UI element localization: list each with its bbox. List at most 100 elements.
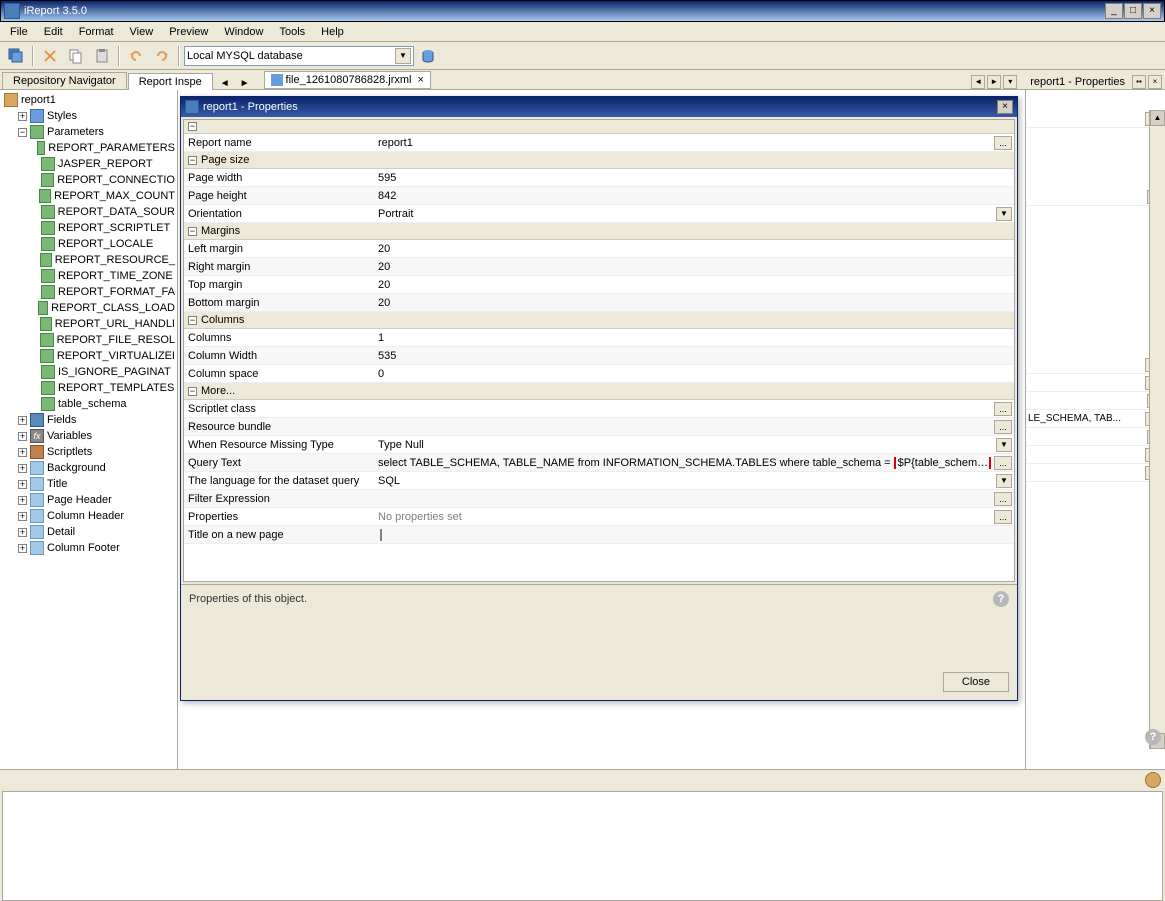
- tree-param-item[interactable]: REPORT_CLASS_LOAD: [32, 300, 175, 316]
- tree-param-item[interactable]: REPORT_FORMAT_FA: [32, 284, 175, 300]
- tree-param-item[interactable]: REPORT_FILE_RESOL: [32, 332, 175, 348]
- expand-icon[interactable]: +: [18, 480, 27, 489]
- tree-column-header[interactable]: +Column Header: [18, 508, 175, 524]
- tree-param-item[interactable]: REPORT_RESOURCE_: [32, 252, 175, 268]
- close-button[interactable]: Close: [943, 672, 1009, 692]
- tab-next-button[interactable]: ►: [236, 78, 254, 89]
- prop-page-height[interactable]: Page height842: [184, 187, 1014, 205]
- tab-report-inspector[interactable]: Report Inspe: [128, 73, 213, 90]
- ellipsis-button[interactable]: ...: [994, 456, 1012, 470]
- prop-language[interactable]: The language for the dataset querySQL▼: [184, 472, 1014, 490]
- tree-column-footer[interactable]: +Column Footer: [18, 540, 175, 556]
- collapse-icon[interactable]: −: [188, 156, 197, 165]
- tree-param-item[interactable]: REPORT_VIRTUALIZEI: [32, 348, 175, 364]
- menu-edit[interactable]: Edit: [38, 24, 69, 40]
- menu-help[interactable]: Help: [315, 24, 350, 40]
- chevron-down-icon[interactable]: ▼: [996, 438, 1012, 452]
- collapse-icon[interactable]: −: [188, 316, 197, 325]
- tree-param-item[interactable]: REPORT_SCRIPTLET: [32, 220, 175, 236]
- ellipsis-button[interactable]: ...: [994, 510, 1012, 524]
- close-button[interactable]: ×: [1143, 3, 1161, 19]
- menu-file[interactable]: File: [4, 24, 34, 40]
- tree-parameters[interactable]: −Parameters: [18, 124, 175, 140]
- tree-param-item[interactable]: REPORT_CONNECTIO: [32, 172, 175, 188]
- maximize-button[interactable]: □: [1124, 3, 1142, 19]
- ellipsis-button[interactable]: ...: [994, 420, 1012, 434]
- group-columns[interactable]: −Columns: [184, 312, 1014, 329]
- save-all-button[interactable]: [4, 44, 28, 68]
- tab-file[interactable]: file_1261080786828.jrxml ×: [264, 71, 431, 89]
- tree-param-item[interactable]: REPORT_MAX_COUNT: [32, 188, 175, 204]
- menu-preview[interactable]: Preview: [163, 24, 214, 40]
- collapse-icon[interactable]: −: [188, 387, 197, 396]
- prop-filter-expression[interactable]: Filter Expression...: [184, 490, 1014, 508]
- tree-param-item[interactable]: JASPER_REPORT: [32, 156, 175, 172]
- prop-column-width[interactable]: Column Width535: [184, 347, 1014, 365]
- minimize-button[interactable]: _: [1105, 3, 1123, 19]
- scrollbar[interactable]: ▲ ▼: [1149, 110, 1165, 749]
- prop-title-new-page[interactable]: Title on a new page: [184, 526, 1014, 544]
- copy-button[interactable]: [64, 44, 88, 68]
- ellipsis-button[interactable]: ...: [994, 402, 1012, 416]
- tree-param-item[interactable]: REPORT_TEMPLATES: [32, 380, 175, 396]
- redo-button[interactable]: [150, 44, 174, 68]
- menu-tools[interactable]: Tools: [273, 24, 311, 40]
- prop-right-margin[interactable]: Right margin20: [184, 258, 1014, 276]
- tree-background[interactable]: +Background: [18, 460, 175, 476]
- prop-columns[interactable]: Columns1: [184, 329, 1014, 347]
- scroll-up-icon[interactable]: ▲: [1150, 110, 1165, 126]
- expand-icon[interactable]: +: [18, 512, 27, 521]
- tree-variables[interactable]: +fxVariables: [18, 428, 175, 444]
- datasource-combo[interactable]: Local MYSQL database ▼: [184, 46, 414, 66]
- tree-root[interactable]: report1: [4, 92, 175, 108]
- close-panel-icon[interactable]: ×: [1148, 75, 1162, 89]
- tree-page-header[interactable]: +Page Header: [18, 492, 175, 508]
- prop-page-width[interactable]: Page width595: [184, 169, 1014, 187]
- chevron-down-icon[interactable]: ▼: [996, 207, 1012, 221]
- tab-scroll-left[interactable]: ◄: [971, 75, 985, 89]
- datasource-edit-button[interactable]: [416, 44, 440, 68]
- tree-param-item[interactable]: REPORT_LOCALE: [32, 236, 175, 252]
- tree-param-item[interactable]: IS_IGNORE_PAGINAT: [32, 364, 175, 380]
- group-more[interactable]: −More...: [184, 383, 1014, 400]
- tab-scroll-right[interactable]: ►: [987, 75, 1001, 89]
- tree-param-item[interactable]: REPORT_PARAMETERS: [32, 140, 175, 156]
- expand-icon[interactable]: +: [18, 432, 27, 441]
- prop-resource-bundle[interactable]: Resource bundle...: [184, 418, 1014, 436]
- tree-scriptlets[interactable]: +Scriptlets: [18, 444, 175, 460]
- tree-title[interactable]: +Title: [18, 476, 175, 492]
- expand-icon[interactable]: +: [18, 112, 27, 121]
- tab-dropdown[interactable]: ▾: [1003, 75, 1017, 89]
- minimize-panel-icon[interactable]: ▪▪: [1132, 75, 1146, 89]
- tree-styles[interactable]: +Styles: [18, 108, 175, 124]
- tree-detail[interactable]: +Detail: [18, 524, 175, 540]
- expand-icon[interactable]: +: [18, 416, 27, 425]
- chevron-down-icon[interactable]: ▼: [395, 48, 411, 64]
- tab-repository-navigator[interactable]: Repository Navigator: [2, 72, 127, 89]
- prop-report-name[interactable]: Report namereport1...: [184, 134, 1014, 152]
- menu-view[interactable]: View: [124, 24, 160, 40]
- collapse-icon[interactable]: −: [188, 122, 197, 131]
- ellipsis-button[interactable]: ...: [994, 136, 1012, 150]
- tree-param-item[interactable]: table_schema: [32, 396, 175, 412]
- help-icon[interactable]: ?: [1145, 729, 1161, 745]
- prop-query-text[interactable]: Query Text select TABLE_SCHEMA, TABLE_NA…: [184, 454, 1014, 472]
- prop-top-margin[interactable]: Top margin20: [184, 276, 1014, 294]
- close-tab-icon[interactable]: ×: [418, 74, 424, 86]
- chevron-down-icon[interactable]: ▼: [996, 474, 1012, 488]
- expand-icon[interactable]: +: [18, 464, 27, 473]
- expand-icon[interactable]: +: [18, 496, 27, 505]
- dialog-title-bar[interactable]: report1 - Properties ×: [181, 97, 1017, 117]
- group-margins[interactable]: −Margins: [184, 223, 1014, 240]
- expand-icon[interactable]: +: [18, 544, 27, 553]
- menu-window[interactable]: Window: [218, 24, 269, 40]
- expand-icon[interactable]: +: [18, 448, 27, 457]
- tab-prev-button[interactable]: ◄: [216, 78, 234, 89]
- tree-param-item[interactable]: REPORT_URL_HANDLI: [32, 316, 175, 332]
- prop-orientation[interactable]: OrientationPortrait▼: [184, 205, 1014, 223]
- ellipsis-button[interactable]: ...: [994, 492, 1012, 506]
- paste-button[interactable]: [90, 44, 114, 68]
- undo-button[interactable]: [124, 44, 148, 68]
- prop-when-resource-missing[interactable]: When Resource Missing TypeType Null▼: [184, 436, 1014, 454]
- prop-column-space[interactable]: Column space0: [184, 365, 1014, 383]
